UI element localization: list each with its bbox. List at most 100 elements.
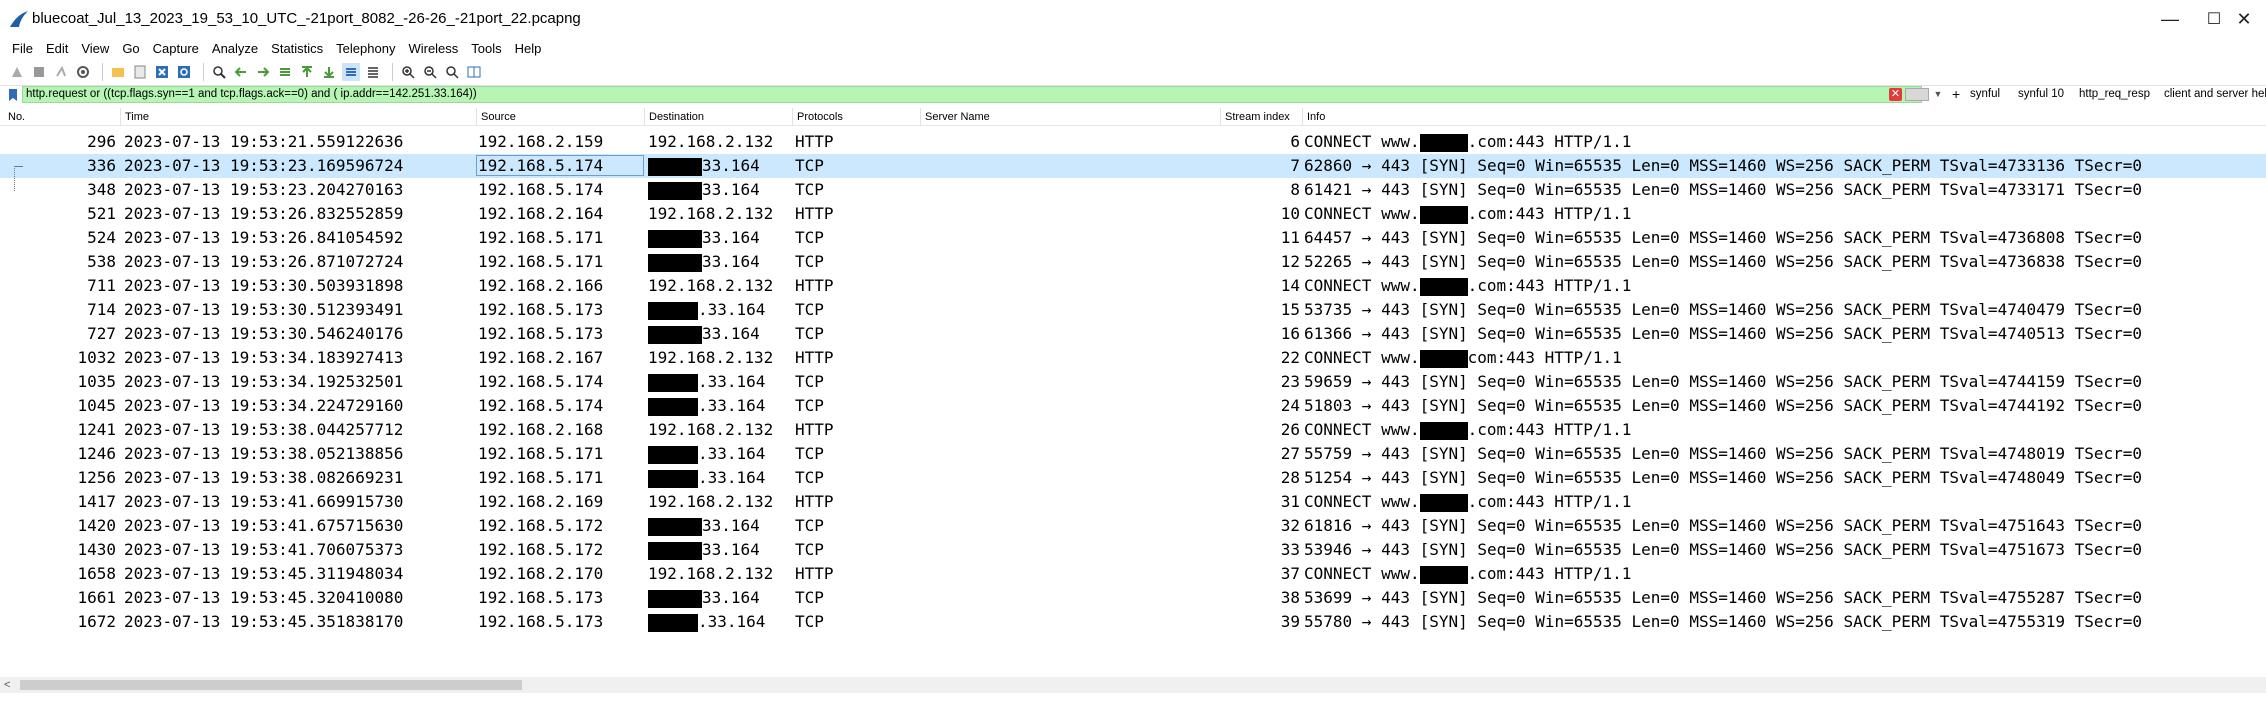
close-file-icon[interactable]: [153, 63, 171, 81]
packet-source: 192.168.5.171: [478, 468, 604, 487]
table-row[interactable]: 348 2023-07-13 19:53:23.204270163 192.168.…: [0, 178, 2266, 202]
clear-filter-icon[interactable]: ✕: [1889, 88, 1902, 101]
packet-stream-index: 39: [1280, 612, 1300, 631]
packet-source: 192.168.2.166: [478, 276, 604, 295]
table-row[interactable]: 1246 2023-07-13 19:53:38.052138856 192.168…: [0, 442, 2266, 466]
scroll-left-icon[interactable]: <: [4, 677, 10, 693]
horizontal-scrollbar[interactable]: <: [0, 677, 2266, 693]
restart-capture-icon[interactable]: [52, 63, 70, 81]
display-filter-input[interactable]: http.request or ((tcp.flags.syn==1 and t…: [22, 86, 1922, 103]
scrollbar-thumb[interactable]: [20, 680, 522, 690]
table-row[interactable]: 727 2023-07-13 19:53:30.546240176 192.168.…: [0, 322, 2266, 346]
table-row[interactable]: 538 2023-07-13 19:53:26.871072724 192.168.…: [0, 250, 2266, 274]
table-row[interactable]: 1256 2023-07-13 19:53:38.082669231 192.168…: [0, 466, 2266, 490]
table-row[interactable]: 1420 2023-07-13 19:53:41.675715630 192.168…: [0, 514, 2266, 538]
table-row[interactable]: 1430 2023-07-13 19:53:41.706075373 192.168…: [0, 538, 2266, 562]
packet-number: 336: [87, 156, 116, 175]
start-capture-icon[interactable]: [8, 63, 26, 81]
packet-source: 192.168.5.171: [478, 444, 604, 463]
menu-view[interactable]: View: [81, 41, 109, 56]
menu-edit[interactable]: Edit: [46, 41, 68, 56]
table-row[interactable]: 714 2023-07-13 19:53:30.512393491 192.168.…: [0, 298, 2266, 322]
menu-capture[interactable]: Capture: [153, 41, 199, 56]
filter-bookmark-icon[interactable]: [6, 87, 20, 103]
menu-wireless[interactable]: Wireless: [408, 41, 458, 56]
table-row[interactable]: 1032 2023-07-13 19:53:34.183927413 192.168…: [0, 346, 2266, 370]
zoom-in-icon[interactable]: [399, 63, 417, 81]
column-header-info[interactable]: Info: [1302, 108, 2262, 126]
open-file-icon[interactable]: [109, 63, 127, 81]
go-back-icon[interactable]: [232, 63, 250, 81]
table-row[interactable]: 1045 2023-07-13 19:53:34.224729160 192.168…: [0, 394, 2266, 418]
packet-number: 1045: [77, 396, 116, 415]
save-file-icon[interactable]: [131, 63, 149, 81]
close-button[interactable]: ✕: [2222, 6, 2266, 32]
packet-source: 192.168.2.164: [478, 204, 604, 223]
menu-file[interactable]: File: [12, 41, 33, 56]
filter-button-client-server-hello[interactable]: client and server hello: [2164, 88, 2266, 100]
packet-protocol: TCP: [795, 468, 824, 487]
packet-protocol: HTTP: [795, 204, 834, 223]
filter-button-synful-10[interactable]: synful 10: [2018, 88, 2064, 100]
menu-tools[interactable]: Tools: [471, 41, 501, 56]
find-packet-icon[interactable]: [210, 63, 228, 81]
table-row[interactable]: 711 2023-07-13 19:53:30.503931898 192.168.…: [0, 274, 2266, 298]
menu-telephony[interactable]: Telephony: [336, 41, 395, 56]
colorize-icon[interactable]: [364, 63, 382, 81]
packet-info: 61816 → 443 [SYN] Seq=0 Win=65535 Len=0 …: [1304, 514, 2264, 538]
table-row[interactable]: 1417 2023-07-13 19:53:41.669915730 192.168…: [0, 490, 2266, 514]
table-row[interactable]: 1672 2023-07-13 19:53:45.351838170 192.168…: [0, 610, 2266, 634]
go-to-packet-icon[interactable]: [276, 63, 294, 81]
add-filter-button-icon[interactable]: +: [1952, 86, 1960, 103]
table-row[interactable]: 1661 2023-07-13 19:53:45.320410080 192.168…: [0, 586, 2266, 610]
filter-history-chevron-icon[interactable]: ▼: [1932, 88, 1944, 101]
filter-button-synful[interactable]: synful: [1970, 88, 2000, 100]
filter-button-http-req-resp[interactable]: http_req_resp: [2079, 88, 2150, 100]
menu-go[interactable]: Go: [122, 41, 139, 56]
apply-filter-button[interactable]: [1905, 88, 1929, 101]
table-row[interactable]: 1241 2023-07-13 19:53:38.044257712 192.168…: [0, 418, 2266, 442]
column-header-source[interactable]: Source: [476, 108, 644, 126]
table-row[interactable]: 1658 2023-07-13 19:53:45.311948034 192.168…: [0, 562, 2266, 586]
table-row[interactable]: 336 2023-07-13 19:53:23.169596724 192.168.…: [0, 154, 2266, 191]
packet-number: 538: [87, 252, 116, 271]
table-row[interactable]: 521 2023-07-13 19:53:26.832552859 192.168.…: [0, 202, 2266, 226]
capture-options-icon[interactable]: [74, 63, 92, 81]
menu-statistics[interactable]: Statistics: [271, 41, 323, 56]
column-header-server-name[interactable]: Server Name: [920, 108, 1220, 126]
title-bar: bluecoat_Jul_13_2023_19_53_10_UTC_-21por…: [0, 0, 2266, 38]
reload-file-icon[interactable]: [175, 63, 193, 81]
table-row[interactable]: 296 2023-07-13 19:53:21.559122636 192.168.…: [0, 130, 2266, 154]
column-header-no[interactable]: No.: [4, 108, 120, 126]
info-text: 55780 → 443 [SYN] Seq=0 Win=65535 Len=0 …: [1304, 612, 2143, 631]
table-row[interactable]: 524 2023-07-13 19:53:26.841054592 192.168.…: [0, 226, 2266, 250]
column-header-protocols[interactable]: Protocols: [792, 108, 920, 126]
packet-number: 1430: [77, 540, 116, 559]
last-packet-icon[interactable]: [320, 63, 338, 81]
destination-suffix: .33.164: [698, 612, 766, 631]
info-text: .com:443 HTTP/1.1: [1467, 204, 1632, 223]
packet-info: CONNECT www. .com:443 HTTP/1.1: [1304, 274, 2264, 298]
destination-suffix: .33.164: [698, 396, 766, 415]
packet-protocol: HTTP: [795, 564, 834, 583]
packet-destination: 33.164: [648, 538, 790, 562]
main-toolbar: [0, 58, 2266, 86]
column-header-destination[interactable]: Destination: [644, 108, 792, 126]
column-header-stream-index[interactable]: Stream index: [1220, 108, 1302, 126]
table-row[interactable]: 1035 2023-07-13 19:53:34.192532501 192.168…: [0, 370, 2266, 394]
resize-columns-icon[interactable]: [465, 63, 483, 81]
column-header-time[interactable]: Time: [120, 108, 476, 126]
packet-stream-index: 8: [1290, 180, 1300, 199]
packet-time: 2023-07-13 19:53:34.183927413: [124, 348, 404, 367]
menu-analyze[interactable]: Analyze: [212, 41, 258, 56]
minimize-button[interactable]: —: [2148, 6, 2192, 32]
info-text: 59659 → 443 [SYN] Seq=0 Win=65535 Len=0 …: [1304, 372, 2143, 391]
normal-size-icon[interactable]: [443, 63, 461, 81]
info-prefix: CONNECT www.: [1304, 492, 1420, 511]
menu-help[interactable]: Help: [515, 41, 542, 56]
stop-capture-icon[interactable]: [30, 63, 48, 81]
zoom-out-icon[interactable]: [421, 63, 439, 81]
go-forward-icon[interactable]: [254, 63, 272, 81]
auto-scroll-icon[interactable]: [342, 62, 360, 81]
first-packet-icon[interactable]: [298, 63, 316, 81]
